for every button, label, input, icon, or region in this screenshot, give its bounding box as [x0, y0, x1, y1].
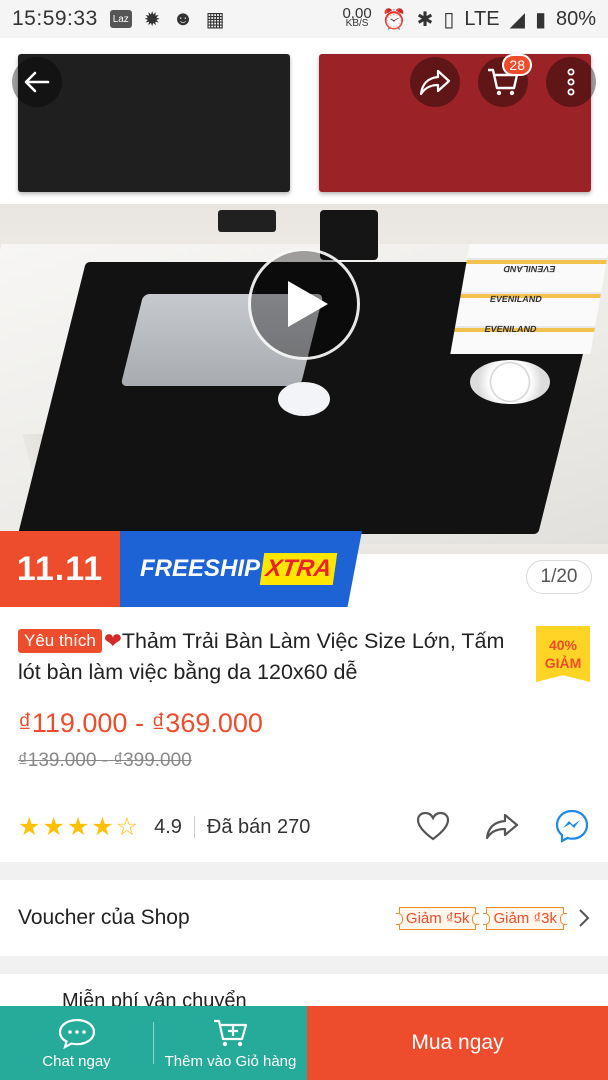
chevron-right-icon [579, 909, 590, 927]
messenger-icon [555, 809, 589, 843]
star-icon: ★ [66, 813, 90, 841]
section-gap [0, 956, 608, 974]
voucher-tags: Giảm ₫5k Giảm ₫3k [395, 906, 567, 930]
star-half-icon: ☆ [115, 813, 139, 841]
add-to-cart-label: Thêm vào Giỏ hàng [164, 1052, 297, 1070]
product-photo: EVENILAND EVENILAND EVENILAND [0, 204, 608, 554]
desk-box [218, 210, 276, 232]
book-spine-labels: EVENILAND EVENILAND EVENILAND [484, 264, 556, 334]
product-title: Yêu thích ❤Thảm Trải Bàn Làm Việc Size Lớ… [18, 626, 526, 688]
voucher-tag: Giảm ₫3k [483, 906, 567, 930]
svg-text:EVENILAND: EVENILAND [489, 294, 543, 304]
chat-now-button[interactable]: Chat ngay [0, 1006, 153, 1080]
like-button[interactable] [416, 811, 450, 846]
messenger-share-button[interactable] [554, 808, 590, 849]
battery-icon: ▮ [534, 8, 546, 31]
plant-pot [320, 210, 378, 260]
rating-divider [193, 816, 195, 838]
product-info: Yêu thích ❤Thảm Trải Bàn Làm Việc Size Lớ… [0, 608, 608, 862]
image-counter: 1/20 [526, 560, 592, 594]
rating-stars: ★ ★ ★ ★ ☆ [18, 812, 138, 842]
freeship-label: FREESHIP [140, 555, 261, 582]
discount-badge: 40% GIẢM [536, 626, 590, 682]
net-speed: 0,00 KB/S [342, 5, 372, 29]
play-video-button[interactable] [248, 248, 360, 360]
calendar-icon: ▦ [205, 8, 225, 31]
promo-banner: 11.11 FREESHIP XTRA [0, 531, 608, 607]
signal-icon: ◢ [509, 8, 525, 31]
lazada-app-icon: Laz [109, 10, 132, 28]
rating-row[interactable]: ★ ★ ★ ★ ☆ 4.9 Đã bán 270 [18, 812, 310, 842]
bottom-bar-divider [153, 1006, 154, 1080]
rating-value: 4.9 [154, 815, 182, 838]
alarm-icon: ⏰ [381, 8, 407, 31]
bluetooth-icon: ✱ [416, 8, 434, 31]
share-product-button[interactable] [484, 812, 520, 845]
heart-emoji: ❤ [103, 629, 122, 653]
svg-text:EVENILAND: EVENILAND [502, 264, 556, 274]
vibrate-icon: ▯ [443, 8, 455, 31]
chat-icon [58, 1018, 95, 1049]
discount-label: GIẢM [544, 655, 582, 671]
buy-now-button[interactable]: Mua ngay [307, 1006, 608, 1080]
add-to-cart-icon [213, 1019, 247, 1046]
xtra-label: XTRA [259, 553, 338, 585]
share-icon [419, 69, 451, 96]
settings-gear-icon: ✹ [143, 8, 161, 31]
bottom-action-bar: Chat ngay Thêm vào Giỏ hàng Mua ngay [0, 1006, 608, 1080]
battery-percent: 80% [555, 7, 596, 30]
back-button[interactable] [12, 57, 62, 107]
play-icon [288, 281, 328, 327]
cart-button[interactable]: 28 [478, 54, 532, 107]
share-button[interactable] [410, 57, 460, 107]
coffee-cup [470, 360, 550, 404]
more-options-button[interactable] [546, 57, 596, 107]
voucher-tag: Giảm ₫5k [395, 906, 479, 930]
share-icon [485, 813, 519, 840]
more-vertical-icon [567, 68, 575, 96]
product-screen: 15:59:33 Laz ✹ ☻ ▦ 0,00 KB/S ⏰ ✱ ▯ LTE ◢… [0, 0, 608, 1080]
original-price-range: ₫139.000 - ₫399.000 [18, 750, 192, 771]
mouse [278, 382, 330, 416]
cart-count-badge: 28 [502, 54, 532, 76]
status-notification-icons: Laz ✹ ☻ ▦ [109, 7, 225, 32]
shop-voucher-label: Voucher của Shop [18, 906, 190, 929]
favorite-tag: Yêu thích [18, 629, 102, 653]
arrow-left-icon [24, 71, 50, 93]
buy-now-label: Mua ngay [411, 1031, 504, 1054]
sale-1111-badge: 11.11 [0, 531, 120, 607]
status-system-icons: 0,00 KB/S ⏰ ✱ ▯ LTE ◢ ▮ 80% [342, 5, 596, 32]
book-stack: EVENILAND EVENILAND EVENILAND [450, 244, 608, 354]
chat-now-label: Chat ngay [42, 1052, 111, 1070]
svg-text:EVENILAND: EVENILAND [484, 324, 538, 334]
star-icon: ★ [42, 813, 65, 841]
price-range: ₫119.000 - ₫369.000 [18, 708, 263, 738]
section-gap [0, 862, 608, 880]
discount-percent: 40% [548, 637, 578, 653]
game-icon: ☻ [172, 7, 194, 30]
heart-outline-icon [416, 811, 450, 841]
product-gallery[interactable]: EVENILAND EVENILAND EVENILAND [0, 38, 608, 608]
star-icon: ★ [18, 813, 41, 841]
status-time: 15:59:33 [12, 7, 98, 30]
sold-count: Đã bán 270 [206, 815, 311, 838]
add-to-cart-button[interactable]: Thêm vào Giỏ hàng [154, 1006, 307, 1080]
freeship-xtra-badge: FREESHIP XTRA [120, 531, 362, 607]
network-type: LTE [464, 7, 500, 30]
status-bar: 15:59:33 Laz ✹ ☻ ▦ 0,00 KB/S ⏰ ✱ ▯ LTE ◢… [0, 0, 608, 38]
star-icon: ★ [91, 813, 114, 841]
product-actions [416, 808, 590, 849]
shop-voucher-row[interactable]: Voucher của Shop Giảm ₫5k Giảm ₫3k [0, 880, 608, 956]
